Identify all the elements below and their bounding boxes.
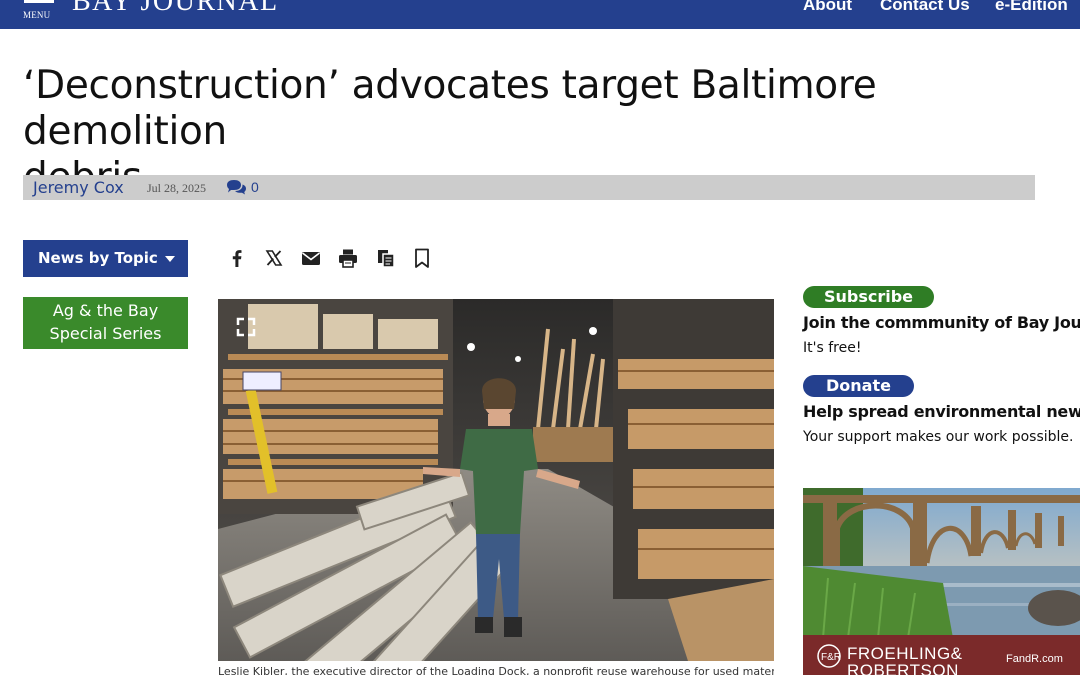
donate-button[interactable]: Donate xyxy=(803,375,914,397)
nav-contact-us[interactable]: Contact Us xyxy=(880,0,970,15)
article-photo xyxy=(218,299,774,661)
comments-link[interactable]: 0 xyxy=(226,177,259,197)
menu-button[interactable]: MENU xyxy=(22,0,56,24)
ad-brand-name: FROEHLING& ROBERTSON xyxy=(847,645,963,675)
special-series-line-1: Ag & the Bay xyxy=(52,301,159,320)
subscribe-heading: Join the commmunity of Bay Journal xyxy=(803,313,1080,332)
headline-line-1: ‘Deconstruction’ advocates target Baltim… xyxy=(23,63,877,154)
ad-footer: F&R FROEHLING& ROBERTSON FandR.com xyxy=(803,635,1080,675)
ad-url: FandR.com xyxy=(1006,653,1063,665)
news-by-topic-label: News by Topic xyxy=(38,249,158,267)
froehling-robertson-logo-icon: F&R xyxy=(817,644,841,668)
special-series-line-2: Special Series xyxy=(49,324,162,343)
photo-caption: Leslie Kibler, the executive director of… xyxy=(218,665,774,675)
author-link[interactable]: Jeremy Cox xyxy=(33,178,124,197)
donate-subtext: Your support makes our work possible. xyxy=(803,429,1074,445)
donate-heading: Help spread environmental news. xyxy=(803,402,1080,421)
x-icon[interactable] xyxy=(263,247,285,269)
ag-and-the-bay-button[interactable]: Ag & the Bay Special Series xyxy=(23,297,188,349)
email-icon[interactable] xyxy=(300,247,322,269)
publish-date: Jul 28, 2025 xyxy=(147,181,207,195)
facebook-icon[interactable] xyxy=(226,247,248,269)
comment-count: 0 xyxy=(251,179,259,195)
nav-e-edition[interactable]: e-Edition xyxy=(995,0,1068,15)
subscribe-button[interactable]: Subscribe xyxy=(803,286,934,308)
byline-bar: Jeremy Cox Jul 28, 2025 0 xyxy=(23,175,1035,200)
news-by-topic-dropdown[interactable]: News by Topic xyxy=(23,240,188,277)
subscribe-subtext: It's free! xyxy=(803,340,862,356)
ad-brand-line-2: ROBERTSON xyxy=(847,661,959,675)
sponsor-ad[interactable]: F&R FROEHLING& ROBERTSON FandR.com xyxy=(803,488,1080,675)
hamburger-icon xyxy=(24,0,54,3)
top-nav-bar: MENU BAY JOURNAL About Contact Us e-Edit… xyxy=(0,0,1080,29)
comments-icon xyxy=(227,180,246,195)
caret-down-icon xyxy=(165,256,175,262)
copy-icon[interactable] xyxy=(375,247,397,269)
menu-label: MENU xyxy=(23,10,51,20)
svg-text:F&R: F&R xyxy=(821,652,841,663)
nav-about[interactable]: About xyxy=(803,0,852,15)
site-logo[interactable]: BAY JOURNAL xyxy=(72,0,279,18)
warehouse-photo-illustration xyxy=(218,299,774,661)
print-icon[interactable] xyxy=(337,247,359,269)
bookmark-icon[interactable] xyxy=(411,247,433,269)
